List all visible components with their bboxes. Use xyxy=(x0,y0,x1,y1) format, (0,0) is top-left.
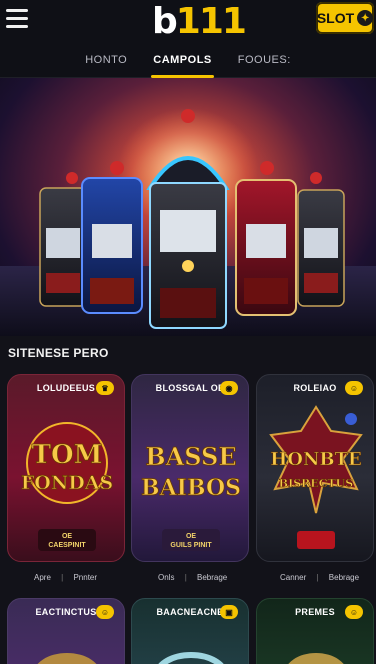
meta-left: Canner xyxy=(280,573,307,582)
meta-left: Apre xyxy=(34,573,51,582)
brand-logo[interactable]: b111 xyxy=(152,1,247,42)
tab-fooues[interactable]: FOOUES: xyxy=(238,44,291,78)
slot-machines-illustration xyxy=(39,108,345,329)
card-meta: Canner | Bebrage xyxy=(280,573,360,582)
art-line-2: FONDAS xyxy=(21,472,113,494)
art-line-1: TOM xyxy=(32,440,103,470)
meta-right: Bebrage xyxy=(197,573,228,582)
card-meta: Onls | Bebrage xyxy=(158,573,228,582)
art-line-2: BISRECTUS xyxy=(279,477,353,490)
game-art: TOM FONDAS OE CAESPINIT xyxy=(20,422,114,551)
slot-button[interactable]: SLOT ✦ xyxy=(316,2,374,34)
slot-label: SLOT xyxy=(316,10,355,26)
meta-right: Pnnter xyxy=(73,573,98,582)
art-sub-2: GUILS PINIT xyxy=(170,542,212,549)
art-line-2: BAIBOS xyxy=(141,475,241,501)
art-line-1: HONBTE xyxy=(270,449,361,470)
logo-letter: b xyxy=(152,1,178,42)
game-art: BASSE BAIBOS OE GUILS PINIT xyxy=(141,442,241,551)
favorite-icon[interactable]: ▣ xyxy=(220,605,238,619)
game-card[interactable]: ROLEIAO ☺ HONBTE BISRECTUS xyxy=(256,374,374,562)
favorite-icon[interactable]: ☺ xyxy=(345,605,363,619)
meta-right: Bebrage xyxy=(328,573,360,582)
top-bar: b111 SLOT ✦ xyxy=(0,0,376,44)
section-title: SITENESE PERO xyxy=(8,346,109,360)
game-card[interactable]: EACTINCTUS ☺ xyxy=(7,598,125,664)
game-card[interactable]: BAACNEACNE ▣ xyxy=(131,598,249,664)
chip-icon: ✦ xyxy=(357,10,374,26)
game-card[interactable]: LOLUDEEUS ♛ TOM FONDAS OE CAESPINIT xyxy=(7,374,125,562)
menu-icon[interactable] xyxy=(6,9,28,29)
game-art xyxy=(37,653,97,664)
favorite-icon[interactable]: ♛ xyxy=(96,381,114,395)
game-art xyxy=(158,652,224,664)
game-card[interactable]: BLOSSGAL OE ◉ BASSE BAIBOS OE GUILS PINI… xyxy=(131,374,249,562)
favorite-icon[interactable]: ☺ xyxy=(345,381,363,395)
art-sub-2: CAESPINIT xyxy=(48,542,86,549)
game-art xyxy=(288,653,344,664)
favorite-icon[interactable]: ☺ xyxy=(96,605,114,619)
game-card[interactable]: PREMES ☺ xyxy=(256,598,374,664)
favorite-icon[interactable]: ◉ xyxy=(220,381,238,395)
tab-campols[interactable]: CAMPOLS xyxy=(151,44,214,78)
art-sub-1: OE xyxy=(186,533,196,540)
art-line-1: BASSE xyxy=(145,442,236,471)
category-tabs: HONTO CAMPOLS FOOUES: xyxy=(0,44,376,78)
art-sub-1: OE xyxy=(62,533,72,540)
app-root: b111 SLOT ✦ HONTO CAMPOLS FOOUES: SITENE… xyxy=(0,0,376,664)
tab-honto[interactable]: HONTO xyxy=(85,44,127,78)
card-meta: Apre | Pnnter xyxy=(34,573,98,582)
hero-banner[interactable] xyxy=(0,78,376,336)
game-art: HONBTE BISRECTUS xyxy=(269,405,363,549)
logo-number: 111 xyxy=(175,1,247,42)
meta-left: Onls xyxy=(158,573,175,582)
